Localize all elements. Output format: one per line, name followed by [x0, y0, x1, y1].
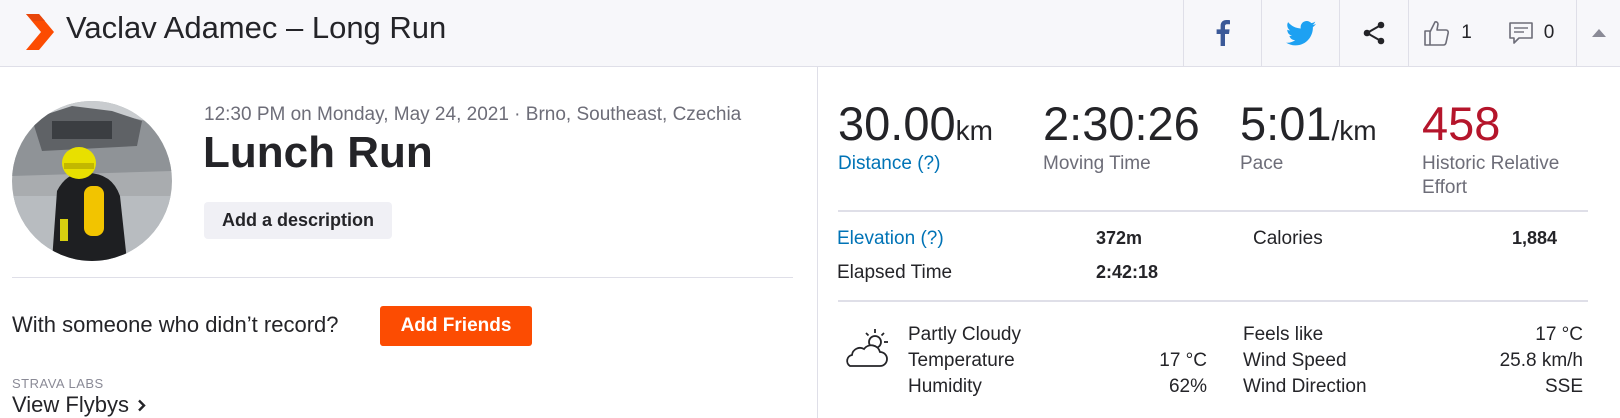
- feels-like-value: 17 °C: [1535, 324, 1583, 345]
- share-twitter-button[interactable]: [1261, 0, 1339, 66]
- strava-labs-label: STRAVA LABS: [12, 376, 104, 391]
- comment-count: 0: [1543, 22, 1555, 43]
- collapse-caret-icon: [1591, 29, 1606, 37]
- stat-pace: 5:01/km Pace: [1240, 96, 1377, 175]
- add-friends-button[interactable]: Add Friends: [380, 306, 532, 346]
- pace-label: Pace: [1240, 153, 1284, 174]
- activity-header: Vaclav Adamec – Long Run 1 0: [0, 0, 1620, 67]
- athlete-avatar[interactable]: [12, 101, 172, 261]
- distance-unit: km: [955, 115, 993, 146]
- partly-cloudy-icon: [846, 329, 888, 367]
- calories-value: 1,884: [1512, 228, 1558, 248]
- stat-distance: 30.00km Distance (?): [838, 96, 993, 175]
- elevation-help-link[interactable]: Elevation (?): [837, 228, 944, 250]
- calories-label: Calories: [1253, 228, 1323, 249]
- kudos-button[interactable]: 1: [1408, 0, 1486, 66]
- elapsed-time-label: Elapsed Time: [837, 262, 953, 283]
- relative-effort-value: 458: [1422, 97, 1501, 150]
- divider: [12, 277, 793, 278]
- elapsed-time-value: 2:42:18: [1096, 262, 1159, 282]
- relative-effort-label-line2: Effort: [1422, 177, 1468, 198]
- strava-chevron-icon[interactable]: [23, 14, 57, 50]
- activity-name: Lunch Run: [203, 128, 433, 177]
- stat-moving-time: 2:30:26 Moving Time: [1043, 96, 1200, 175]
- facebook-icon: [1216, 20, 1230, 46]
- distance-value: 30.00: [838, 97, 956, 150]
- comments-button[interactable]: 0: [1486, 0, 1576, 66]
- relative-effort-label-line1: Historic Relative: [1422, 153, 1560, 174]
- stat-relative-effort[interactable]: 458 Historic Relative Effort: [1422, 96, 1559, 199]
- wind-direction-value: SSE: [1544, 376, 1583, 397]
- comment-icon: [1508, 22, 1533, 44]
- elevation-value: 372m: [1096, 228, 1143, 248]
- wind-direction-label: Wind Direction: [1243, 376, 1367, 397]
- with-someone-prompt: With someone who didn’t record?: [12, 312, 339, 337]
- share-button[interactable]: [1339, 0, 1408, 66]
- divider: [838, 300, 1588, 302]
- weather-condition: Partly Cloudy: [908, 324, 1021, 345]
- view-flybys-label: View Flybys: [12, 392, 129, 417]
- thumbs-up-icon: [1424, 21, 1450, 46]
- activity-meta: 12:30 PM on Monday, May 24, 2021 · Brno,…: [204, 104, 742, 125]
- page-title: Vaclav Adamec – Long Run: [66, 10, 447, 45]
- distance-help-link[interactable]: Distance (?): [838, 153, 993, 175]
- moving-time-value: 2:30:26: [1043, 97, 1200, 150]
- collapse-header-button[interactable]: [1576, 0, 1620, 66]
- humidity-label: Humidity: [908, 376, 982, 397]
- chevron-right-icon: [138, 399, 146, 411]
- column-divider: [817, 67, 818, 418]
- wind-speed-label: Wind Speed: [1243, 350, 1347, 371]
- humidity-value: 62%: [1168, 376, 1207, 397]
- twitter-icon: [1285, 20, 1316, 45]
- add-description-button[interactable]: Add a description: [204, 202, 392, 239]
- divider: [838, 210, 1588, 212]
- firefighter-photo: [12, 101, 172, 261]
- share-icon: [1363, 21, 1385, 45]
- temperature-value: 17 °C: [1159, 350, 1207, 371]
- share-facebook-button[interactable]: [1183, 0, 1261, 66]
- pace-value: 5:01: [1240, 97, 1332, 150]
- view-flybys-link[interactable]: View Flybys: [12, 392, 146, 418]
- kudos-count: 1: [1461, 22, 1472, 43]
- feels-like-label: Feels like: [1243, 324, 1324, 345]
- moving-time-label: Moving Time: [1043, 153, 1151, 174]
- pace-unit: /km: [1331, 115, 1377, 146]
- temperature-label: Temperature: [908, 350, 1015, 371]
- wind-speed-value: 25.8 km/h: [1499, 350, 1583, 371]
